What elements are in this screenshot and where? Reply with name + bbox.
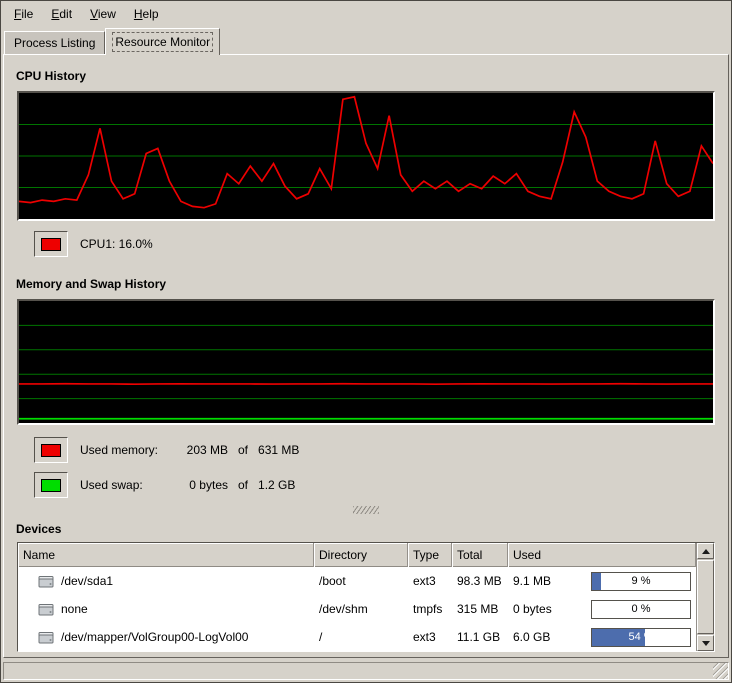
cpu-history-title: CPU History [16, 69, 728, 83]
usage-percent-label: 0 % [592, 601, 690, 618]
memory-history-title: Memory and Swap History [16, 277, 728, 291]
swap-legend: Used swap: 0 bytes of 1.2 GB [34, 472, 728, 498]
scrollbar-thumb[interactable] [697, 560, 714, 634]
status-bar [3, 662, 729, 680]
drive-icon [38, 575, 54, 588]
scroll-down-button[interactable] [697, 635, 714, 651]
window-resize-grip[interactable] [713, 663, 728, 679]
device-name-cell: /dev/sda1 [18, 574, 314, 588]
memory-legend: Used memory: 203 MB of 631 MB [34, 437, 728, 463]
swap-of-label: of [238, 478, 248, 492]
system-monitor-window: File Edit View Help Process Listing Reso… [0, 0, 732, 683]
cpu-history-graph [17, 91, 715, 221]
devices-title: Devices [16, 522, 728, 536]
column-header-used[interactable]: Used [508, 543, 696, 567]
device-name: /dev/sda1 [61, 574, 113, 588]
swap-color-swatch [41, 479, 61, 492]
column-header-type[interactable]: Type [408, 543, 452, 567]
memory-total-value: 631 MB [258, 443, 299, 457]
device-directory: /dev/shm [314, 602, 408, 616]
swap-legend-label: Used swap: [80, 478, 176, 492]
menu-edit[interactable]: Edit [42, 1, 81, 27]
arrow-down-icon [702, 641, 710, 646]
devices-table: Name Directory Type Total Used /dev/sda1 [17, 542, 715, 652]
usage-percent-label: 54 % [592, 629, 690, 646]
vertical-scrollbar [696, 543, 714, 651]
device-total: 11.1 GB [452, 630, 508, 644]
swap-used-value: 0 bytes [176, 478, 228, 492]
device-name: none [61, 602, 88, 616]
column-header-directory[interactable]: Directory [314, 543, 408, 567]
device-type: ext3 [408, 574, 452, 588]
memory-chart [19, 301, 713, 423]
device-row-volgroup[interactable]: /dev/mapper/VolGroup00-LogVol00 / ext3 1… [18, 623, 696, 651]
device-name-cell: /dev/mapper/VolGroup00-LogVol00 [18, 630, 314, 644]
memory-used-value: 203 MB [176, 443, 228, 457]
memory-history-graph [17, 299, 715, 425]
device-row-none[interactable]: none /dev/shm tmpfs 315 MB 0 bytes 0 % [18, 595, 696, 623]
usage-progressbar: 54 % [591, 628, 691, 647]
resource-monitor-panel: CPU History CPU1: 16.0% Memory and Swap … [3, 54, 729, 658]
memory-legend-label: Used memory: [80, 443, 176, 457]
device-used: 6.0 GB [513, 630, 550, 644]
device-type: tmpfs [408, 602, 452, 616]
devices-table-content: Name Directory Type Total Used /dev/sda1 [18, 543, 696, 651]
device-total: 98.3 MB [452, 574, 508, 588]
device-used: 9.1 MB [513, 574, 551, 588]
cpu-legend-swatch [34, 231, 68, 257]
device-used-cell: 9.1 MB 9 % [508, 572, 696, 591]
menu-bar: File Edit View Help [1, 1, 731, 27]
device-type: ext3 [408, 630, 452, 644]
devices-table-body: /dev/sda1 /boot ext3 98.3 MB 9.1 MB 9 % [18, 567, 696, 651]
column-header-name[interactable]: Name [18, 543, 314, 567]
drive-icon [38, 603, 54, 616]
pane-resize-grip[interactable] [353, 506, 379, 514]
device-used-cell: 0 bytes 0 % [508, 600, 696, 619]
device-name: /dev/mapper/VolGroup00-LogVol00 [61, 630, 248, 644]
device-row-sda1[interactable]: /dev/sda1 /boot ext3 98.3 MB 9.1 MB 9 % [18, 567, 696, 595]
device-directory: / [314, 630, 408, 644]
column-header-total[interactable]: Total [452, 543, 508, 567]
menu-view[interactable]: View [81, 1, 125, 27]
cpu-chart [19, 93, 713, 219]
drive-icon [38, 631, 54, 644]
device-name-cell: none [18, 602, 314, 616]
usage-progressbar: 0 % [591, 600, 691, 619]
device-used: 0 bytes [513, 602, 552, 616]
memory-of-label: of [238, 443, 248, 457]
scroll-up-button[interactable] [697, 543, 714, 559]
cpu-legend-label: CPU1: 16.0% [80, 237, 153, 251]
tab-bar: Process Listing Resource Monitor [1, 27, 731, 54]
memory-color-swatch [41, 444, 61, 457]
device-total: 315 MB [452, 602, 508, 616]
cpu-legend: CPU1: 16.0% [34, 231, 728, 257]
usage-percent-label: 9 % [592, 573, 690, 590]
tab-resource-monitor[interactable]: Resource Monitor [105, 28, 220, 55]
tab-process-listing[interactable]: Process Listing [4, 31, 105, 54]
devices-table-header: Name Directory Type Total Used [18, 543, 696, 567]
menu-help[interactable]: Help [125, 1, 168, 27]
usage-progressbar: 9 % [591, 572, 691, 591]
device-directory: /boot [314, 574, 408, 588]
device-used-cell: 6.0 GB 54 % [508, 628, 696, 647]
memory-legend-swatch [34, 437, 68, 463]
cpu1-line [19, 97, 713, 208]
swap-total-value: 1.2 GB [258, 478, 295, 492]
swap-legend-swatch [34, 472, 68, 498]
cpu1-color-swatch [41, 238, 61, 251]
arrow-up-icon [702, 549, 710, 554]
menu-file[interactable]: File [5, 1, 42, 27]
